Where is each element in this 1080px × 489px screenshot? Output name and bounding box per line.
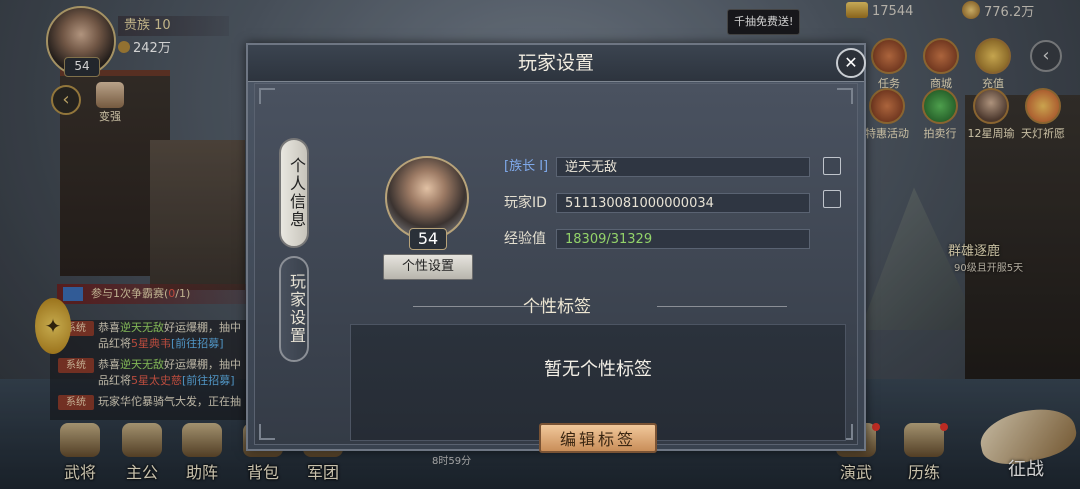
player-settings-dialog: 玩家设置 ✕ 个人信息 玩家设置 54 个性设置 [族长 I] 逆天无敌 玩家I…: [246, 43, 866, 453]
corner-ornament: [259, 424, 275, 440]
corner-ornament: [259, 88, 275, 104]
edit-tags-button[interactable]: 编辑标签: [539, 423, 657, 453]
player-name-field[interactable]: 逆天无敌: [556, 157, 810, 177]
exp-label: 经验值: [504, 231, 546, 247]
empty-tag-text: 暂无个性标签: [544, 359, 652, 380]
personalize-button[interactable]: 个性设置: [383, 254, 473, 280]
exp-field: 18309/31329: [556, 229, 810, 249]
player-id-field: 511130081000000034: [556, 193, 810, 213]
clan-rank: [族长 I]: [504, 159, 549, 174]
profile-level: 54: [409, 228, 447, 250]
dialog-header: 玩家设置 ✕: [248, 45, 866, 82]
rename-scroll-icon[interactable]: [823, 157, 841, 175]
tag-panel: 暂无个性标签 编辑标签: [350, 324, 846, 453]
player-id-label: 玩家ID: [504, 195, 547, 211]
copy-icon[interactable]: [823, 190, 841, 208]
corner-ornament: [837, 88, 853, 104]
divider-right: [657, 306, 787, 307]
tags-section-title: 个性标签: [523, 297, 591, 317]
close-icon[interactable]: ✕: [836, 48, 866, 78]
dialog-body: 个人信息 玩家设置 54 个性设置 [族长 I] 逆天无敌 玩家ID 51113…: [254, 83, 858, 453]
dialog-title: 玩家设置: [517, 52, 594, 74]
tab-personal-info[interactable]: 个人信息: [279, 138, 309, 248]
